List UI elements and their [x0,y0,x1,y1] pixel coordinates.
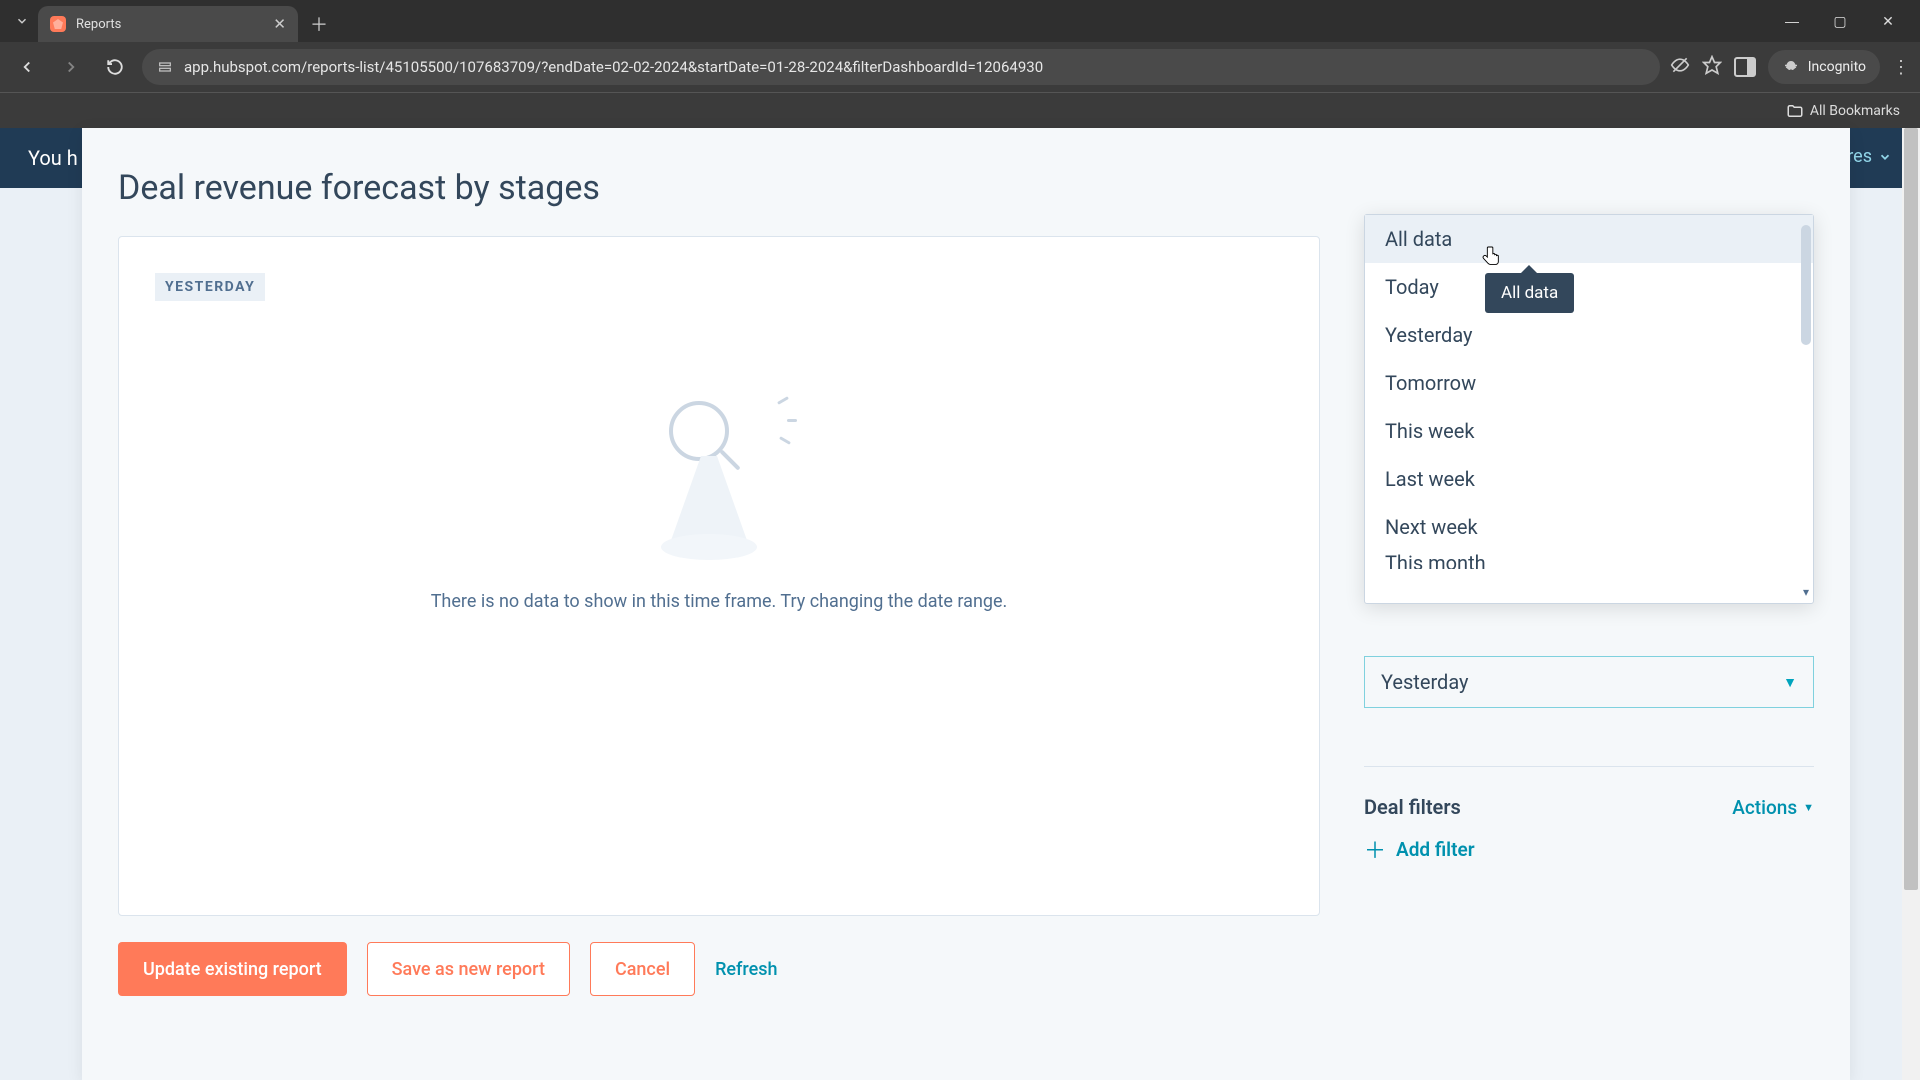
page-scrollbar-track[interactable] [1902,128,1920,1080]
minimize-icon[interactable]: — [1778,7,1806,35]
address-bar: app.hubspot.com/reports-list/45105500/10… [0,42,1920,92]
addr-right-icons: Incognito ⋮ [1670,50,1910,84]
browser-tab[interactable]: Reports ✕ [38,6,298,42]
maximize-icon[interactable]: ▢ [1826,7,1854,35]
page-title: Deal revenue forecast by stages [118,168,1814,208]
new-tab-button[interactable]: ＋ [300,11,338,37]
cancel-button[interactable]: Cancel [590,942,695,996]
bookmarks-bar: All Bookmarks [0,92,1920,128]
empty-state-message: There is no data to show in this time fr… [155,591,1283,612]
forward-button[interactable] [54,50,88,84]
side-panel: ▴ All data Today Yesterday Tomorrow This… [1364,236,1814,916]
chevron-down-icon [1878,150,1892,164]
select-value: Yesterday [1381,670,1469,694]
button-row: Update existing report Save as new repor… [118,942,1814,996]
dropdown-list: All data Today Yesterday Tomorrow This w… [1365,215,1813,569]
empty-state-illustration [659,401,779,561]
kebab-menu-icon[interactable]: ⋮ [1892,57,1910,78]
caret-down-icon: ▼ [1783,674,1797,691]
report-editor-modal: Deal revenue forecast by stages YESTERDA… [82,128,1850,1080]
tab-bar: Reports ✕ ＋ — ▢ ✕ [0,0,1920,42]
content-row: YESTERDAY There is no data to show in th… [118,236,1814,916]
bookmark-star-icon[interactable] [1702,55,1722,79]
dropdown-option-next-week[interactable]: Next week [1365,503,1813,551]
window-controls: — ▢ ✕ [1778,7,1916,35]
dropdown-scrollbar[interactable] [1801,225,1811,345]
dropdown-option-last-week[interactable]: Last week [1365,455,1813,503]
update-report-button[interactable]: Update existing report [118,942,347,996]
dropdown-option-this-week[interactable]: This week [1365,407,1813,455]
date-range-select[interactable]: Yesterday ▼ [1364,656,1814,708]
tracking-icon[interactable] [1670,55,1690,79]
scroll-down-icon[interactable]: ▾ [1803,585,1809,599]
close-tab-icon[interactable]: ✕ [273,15,286,33]
browser-chrome: Reports ✕ ＋ — ▢ ✕ app.hubspot.com/report… [0,0,1920,128]
date-range-dropdown[interactable]: ▴ All data Today Yesterday Tomorrow This… [1364,214,1814,604]
dropdown-option-tomorrow[interactable]: Tomorrow [1365,359,1813,407]
incognito-label: Incognito [1808,59,1866,75]
tooltip-text: All data [1501,283,1558,303]
deal-filters-section: Deal filters Actions ▼ ＋ Add filter [1364,766,1814,865]
folder-icon [1786,102,1804,120]
url-text: app.hubspot.com/reports-list/45105500/10… [184,58,1043,76]
date-range-badge: YESTERDAY [155,273,265,301]
dropdown-option-this-month[interactable]: This month [1365,551,1813,569]
top-right-link-fragment[interactable]: res [1847,146,1892,167]
preview-card: YESTERDAY There is no data to show in th… [118,236,1320,916]
banner-text-fragment: You h [28,146,78,170]
plus-icon: ＋ [1364,833,1386,865]
tooltip: All data [1485,273,1574,313]
sidepanel-icon[interactable] [1734,57,1756,77]
incognito-indicator[interactable]: Incognito [1768,50,1880,84]
close-window-icon[interactable]: ✕ [1874,7,1902,35]
page-viewport: You h res Deal revenue forecast by stage… [0,128,1920,1080]
save-as-new-button[interactable]: Save as new report [367,942,570,996]
add-filter-button[interactable]: ＋ Add filter [1364,833,1814,865]
tab-search-button[interactable] [8,7,36,35]
dropdown-option-yesterday[interactable]: Yesterday [1365,311,1813,359]
site-settings-icon[interactable] [156,58,174,76]
all-bookmarks-link[interactable]: All Bookmarks [1810,103,1900,119]
tab-title: Reports [76,17,121,32]
reload-button[interactable] [98,50,132,84]
back-button[interactable] [10,50,44,84]
filter-actions-menu[interactable]: Actions ▼ [1732,796,1814,819]
page-scrollbar-thumb[interactable] [1904,128,1918,890]
hubspot-favicon-icon [50,16,66,32]
magnifying-glass-icon [669,401,729,461]
caret-down-icon: ▼ [1803,801,1814,814]
filter-section-title: Deal filters [1364,795,1461,819]
refresh-link[interactable]: Refresh [715,959,777,980]
dropdown-option-all-data[interactable]: All data [1365,215,1813,263]
dropdown-option-today[interactable]: Today [1365,263,1813,311]
url-field[interactable]: app.hubspot.com/reports-list/45105500/10… [142,49,1660,85]
